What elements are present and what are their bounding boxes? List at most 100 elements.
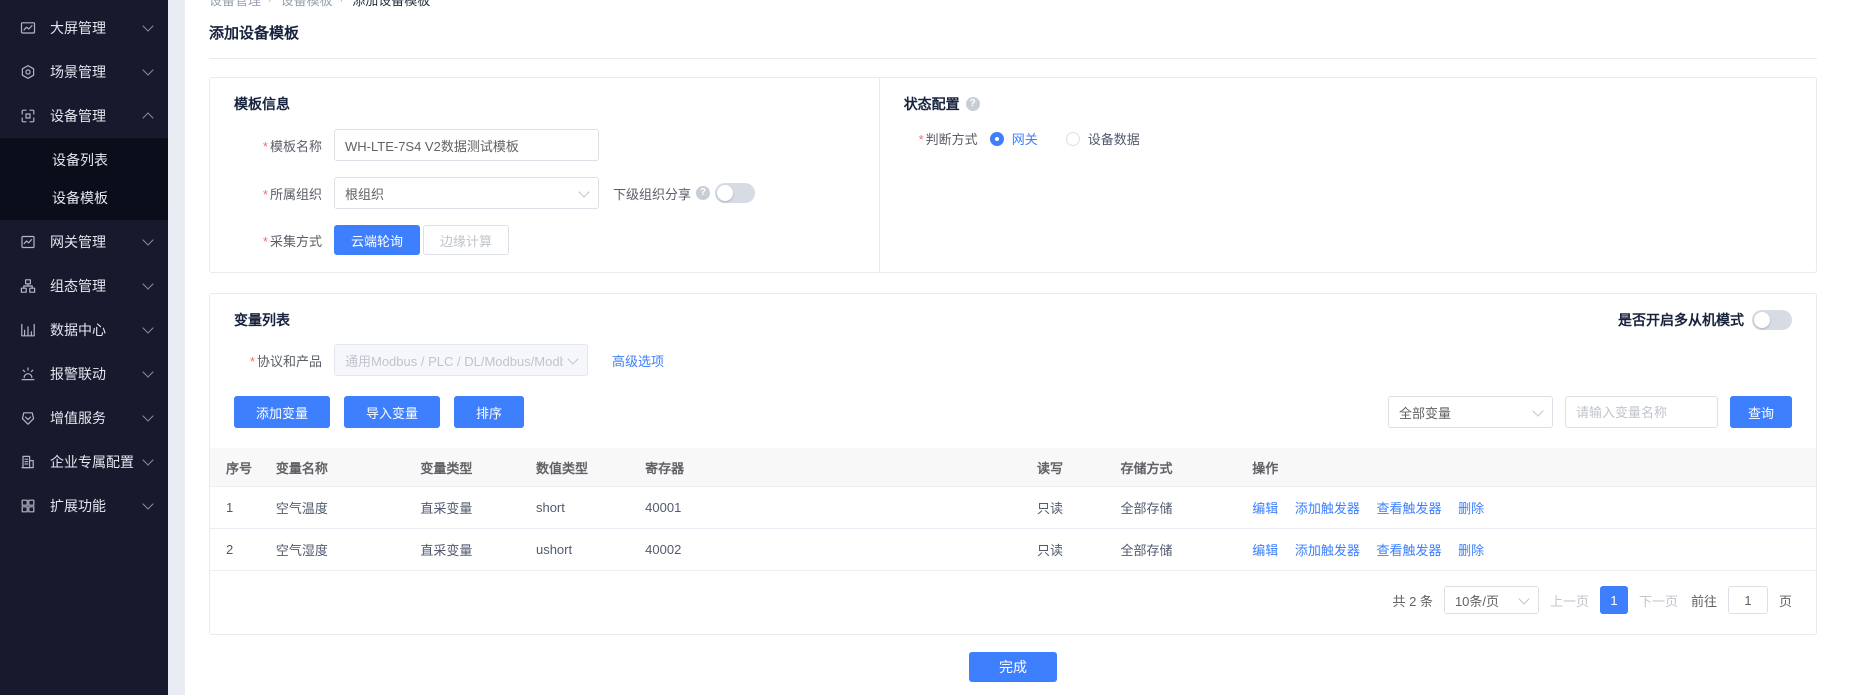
breadcrumb-item-current: 添加设备模板 [352,0,430,9]
sidebar-item-value-added[interactable]: 增值服务 [0,396,168,440]
big-screen-icon [20,20,36,36]
app: 大屏管理 场景管理 设备管理 设备列表 设备模板 网关管理 [0,0,1850,695]
help-icon[interactable] [966,97,980,111]
col-index: 序号 [210,448,268,487]
goto-suffix-label: 页 [1779,591,1792,610]
radio-device-data[interactable]: 设备数据 [1066,129,1140,148]
chevron-down-icon [142,234,153,245]
configuration-icon [20,278,36,294]
chevron-down-icon [1532,405,1543,416]
chevron-down-icon [142,410,153,421]
extensions-icon [20,498,36,514]
sidebar-item-enterprise[interactable]: 企业专属配置 [0,440,168,484]
chevron-down-icon [578,186,589,197]
done-button[interactable]: 完成 [969,652,1057,682]
sidebar-item-label: 数据中心 [50,320,144,340]
sub-org-share-label: 下级组织分享 [613,184,691,203]
sidebar-item-label: 组态管理 [50,276,144,296]
next-page-button[interactable]: 下一页 [1639,591,1678,610]
gateway-icon [20,234,36,250]
radio-unselected-icon [1066,132,1080,146]
sidebar-item-label: 企业专属配置 [50,452,144,472]
protocol-label: *协议和产品 [234,351,322,370]
radio-gateway[interactable]: 网关 [990,129,1038,148]
add-trigger-link[interactable]: 添加触发器 [1295,543,1360,558]
breadcrumb-separator: / [269,0,273,9]
prev-page-button[interactable]: 上一页 [1550,591,1589,610]
pagination-total: 共 2 条 [1392,591,1432,610]
template-info-card: 模板信息 *模板名称 *所属组织 根组织 下级组织分享 [209,77,1817,273]
multi-slave-toggle[interactable] [1752,310,1792,330]
sidebar-submenu-device-template[interactable]: 设备模板 [0,179,168,217]
chevron-down-icon [142,322,153,333]
delete-link[interactable]: 删除 [1458,501,1484,516]
data-center-icon [20,322,36,338]
col-var-type: 变量类型 [412,448,528,487]
help-icon[interactable] [696,186,710,200]
page-title: 添加设备模板 [209,22,1817,59]
add-variable-button[interactable]: 添加变量 [234,396,330,428]
sidebar-gutter [168,0,185,695]
sidebar-item-scene[interactable]: 场景管理 [0,50,168,94]
breadcrumb-separator: / [341,0,345,9]
sidebar-submenu-device: 设备列表 设备模板 [0,138,168,220]
variable-list-card: 变量列表 是否开启多从机模式 *协议和产品 通用Modbus / PLC / D… [209,293,1817,635]
variable-filter-select[interactable]: 全部变量 [1388,396,1553,428]
page-size-select[interactable]: 10条/页 [1444,586,1539,614]
advanced-options-link[interactable]: 高级选项 [612,351,664,370]
sidebar-item-device[interactable]: 设备管理 [0,94,168,138]
sidebar-item-label: 报警联动 [50,364,144,384]
sidebar-item-label: 扩展功能 [50,496,144,516]
judge-method-radio-group: 网关 设备数据 [990,129,1140,148]
variable-list-header: 变量列表 是否开启多从机模式 [234,310,1792,330]
query-button[interactable]: 查询 [1730,396,1792,428]
judge-method-label: *判断方式 [904,129,978,148]
sidebar-item-configuration[interactable]: 组态管理 [0,264,168,308]
template-info-title: 模板信息 [234,94,855,114]
radio-selected-icon [990,132,1004,146]
add-trigger-link[interactable]: 添加触发器 [1295,501,1360,516]
delete-link[interactable]: 删除 [1458,543,1484,558]
chevron-down-icon [142,64,153,75]
table-header-row: 序号 变量名称 变量类型 数值类型 寄存器 读写 存储方式 操作 [210,448,1816,487]
template-info-section: 模板信息 *模板名称 *所属组织 根组织 下级组织分享 [210,78,880,272]
sidebar-item-label: 网关管理 [50,232,144,252]
collect-method-label: *采集方式 [234,231,322,250]
sub-org-share-toggle[interactable] [715,183,755,203]
current-page-button[interactable]: 1 [1600,586,1628,614]
view-trigger-link[interactable]: 查看触发器 [1377,543,1442,558]
sidebar-item-gateway[interactable]: 网关管理 [0,220,168,264]
col-data-type: 数值类型 [528,448,637,487]
chevron-down-icon [142,20,153,31]
import-variable-button[interactable]: 导入变量 [344,396,440,428]
col-actions: 操作 [1244,448,1816,487]
row-actions: 编辑 添加触发器 查看触发器 删除 [1244,487,1816,529]
breadcrumb-item[interactable]: 设备管理 [209,0,261,9]
sort-button[interactable]: 排序 [454,396,524,428]
scene-icon [20,64,36,80]
breadcrumb: 设备管理 / 设备模板 / 添加设备模板 [209,0,1817,9]
sidebar-item-big-screen[interactable]: 大屏管理 [0,6,168,50]
edit-link[interactable]: 编辑 [1252,501,1278,516]
variable-search-input[interactable] [1565,396,1718,428]
sidebar-item-extensions[interactable]: 扩展功能 [0,484,168,528]
sidebar-item-alarm[interactable]: 报警联动 [0,352,168,396]
edit-link[interactable]: 编辑 [1252,543,1278,558]
template-name-input[interactable] [334,129,599,161]
organization-select[interactable]: 根组织 [334,177,599,209]
col-name: 变量名称 [268,448,413,487]
device-icon [20,108,36,124]
view-trigger-link[interactable]: 查看触发器 [1377,501,1442,516]
variable-table: 序号 变量名称 变量类型 数值类型 寄存器 读写 存储方式 操作 1 空气温度 [210,448,1816,571]
sidebar-submenu-device-list[interactable]: 设备列表 [0,141,168,179]
organization-row: *所属组织 根组织 下级组织分享 [234,177,855,209]
collect-edge-computing-button[interactable]: 边缘计算 [423,225,509,255]
collect-method-row: *采集方式 云端轮询 边缘计算 [234,225,855,255]
sidebar-item-label: 大屏管理 [50,18,144,38]
collect-cloud-polling-button[interactable]: 云端轮询 [334,225,420,255]
breadcrumb-item[interactable]: 设备模板 [281,0,333,9]
sidebar-item-data-center[interactable]: 数据中心 [0,308,168,352]
variable-toolbar: 添加变量 导入变量 排序 全部变量 查询 [234,396,1792,428]
col-rw: 读写 [1029,448,1113,487]
goto-page-input[interactable] [1728,586,1768,614]
